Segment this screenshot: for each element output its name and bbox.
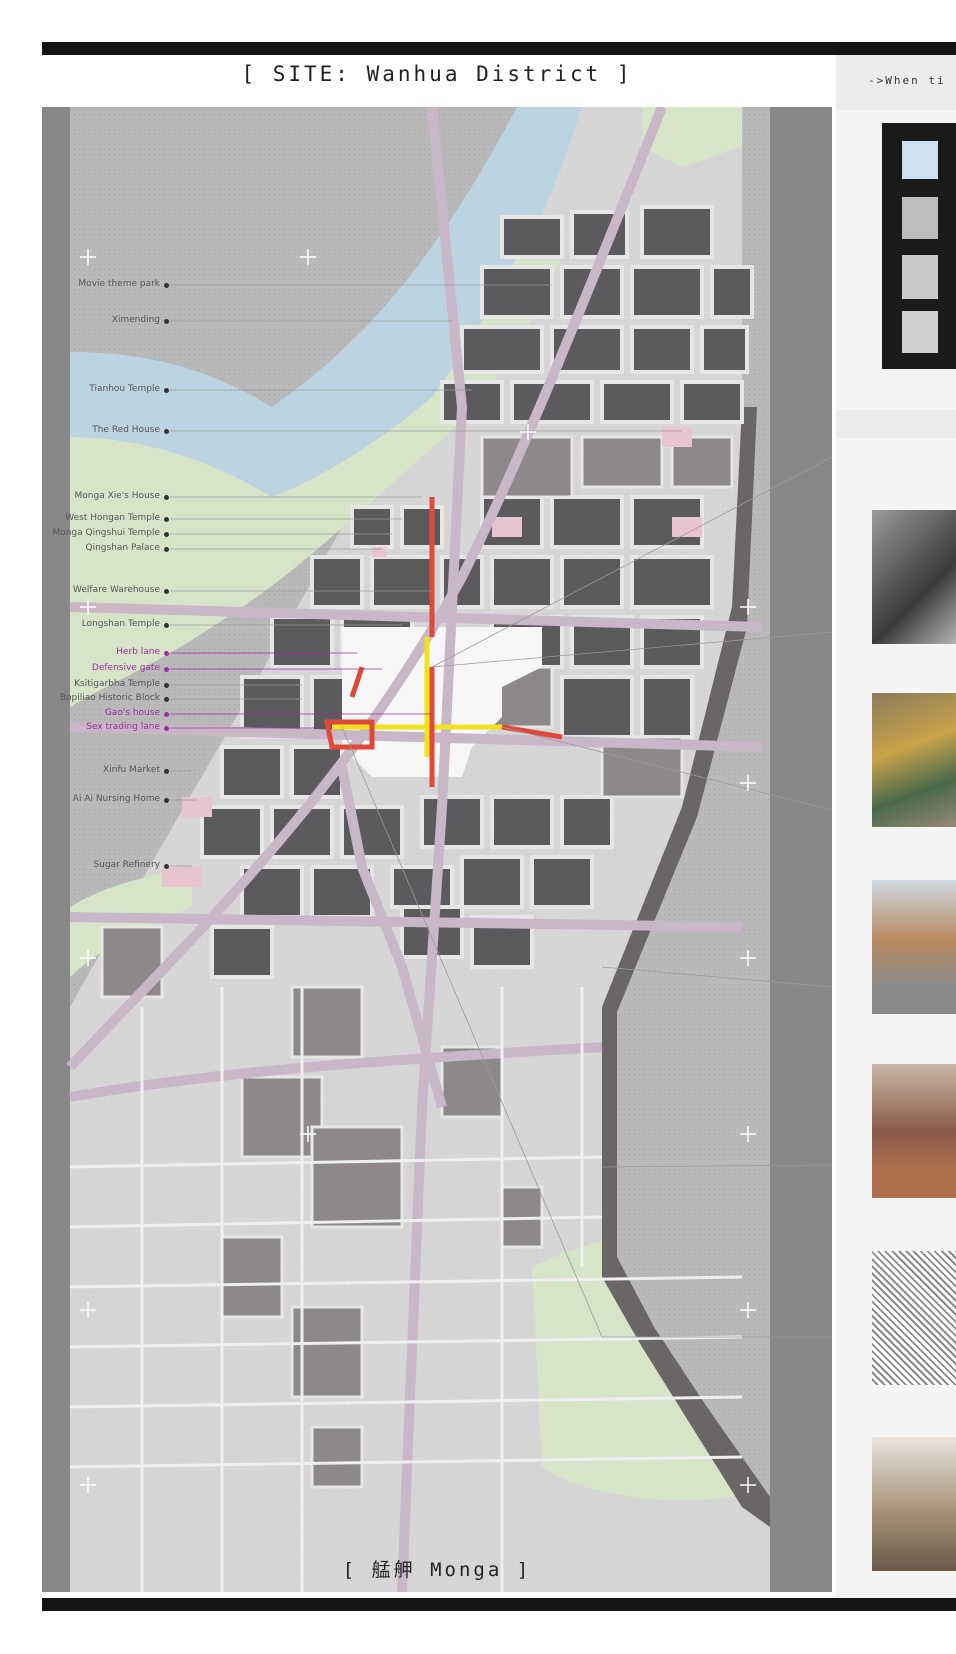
label-xinfu-market: Xinfu Market	[102, 765, 160, 775]
label-ksitigarbha-temple: Ksitigarbha Temple	[74, 679, 160, 689]
marker-dot	[164, 429, 169, 434]
marker-dot	[164, 623, 169, 628]
label-gaos-house: Gao's house	[104, 708, 160, 718]
label-welfare-warehouse: Welfare Warehouse	[72, 585, 160, 595]
historic-map-photo[interactable]	[872, 1251, 956, 1385]
marker-dot	[164, 388, 169, 393]
storyboard-thumbnail[interactable]	[882, 123, 956, 369]
marker-dot	[164, 532, 169, 537]
temple-photo[interactable]	[872, 1437, 956, 1571]
bottom-frame-bar	[42, 1598, 956, 1611]
marker-dot	[164, 769, 169, 774]
timeline-heading: ->When ti	[868, 74, 946, 87]
marker-dot	[164, 697, 169, 702]
label-sugar-refinery: Sugar Refinery	[93, 860, 160, 870]
label-bopiliao-block: Bopiliao Historic Block	[59, 693, 160, 703]
market-photo[interactable]	[872, 1064, 956, 1198]
marker-dot	[164, 683, 169, 688]
map[interactable]: Movie theme park Ximending Tianhou Templ…	[42, 107, 832, 1592]
map-subtitle: [ 艋舺 Monga ]	[342, 1559, 532, 1581]
label-red-house: The Red House	[92, 425, 160, 435]
top-frame-bar	[42, 42, 956, 55]
label-movie-theme-park: Movie theme park	[78, 279, 160, 289]
marker-dot	[164, 667, 169, 672]
label-qingshan-palace: Qingshan Palace	[85, 543, 160, 553]
marker-dot	[164, 712, 169, 717]
street-photo-3[interactable]	[872, 880, 956, 1014]
marker-dot	[164, 495, 169, 500]
marker-dot	[164, 864, 169, 869]
label-west-hongan-temple: West Hongan Temple	[65, 513, 160, 523]
label-ai-ai-nursing-home: Ai Ai Nursing Home	[72, 794, 160, 804]
marker-dot	[164, 798, 169, 803]
marker-dot	[164, 589, 169, 594]
label-tianhou-temple: Tianhou Temple	[89, 384, 160, 394]
label-ximending: Ximending	[111, 315, 160, 325]
label-longshan-temple: Longshan Temple	[81, 619, 160, 629]
map-canvas	[42, 107, 832, 1592]
marker-dot	[164, 319, 169, 324]
label-sex-trading-lane: Sex trading lane	[86, 722, 160, 732]
site-title: [ SITE: Wanhua District ]	[241, 62, 633, 86]
label-qingshui-temple: Monga Qingshui Temple	[52, 528, 160, 538]
marker-dot	[164, 547, 169, 552]
marker-dot	[164, 517, 169, 522]
marker-dot	[164, 651, 169, 656]
label-defensive-gate: Defensive gate	[91, 663, 160, 673]
marker-dot	[164, 726, 169, 731]
label-herb-lane: Herb lane	[116, 647, 160, 657]
label-xies-house: Monga Xie's House	[74, 491, 161, 501]
marker-dot	[164, 283, 169, 288]
street-photo-1[interactable]	[872, 510, 956, 644]
street-photo-2[interactable]	[872, 693, 956, 827]
